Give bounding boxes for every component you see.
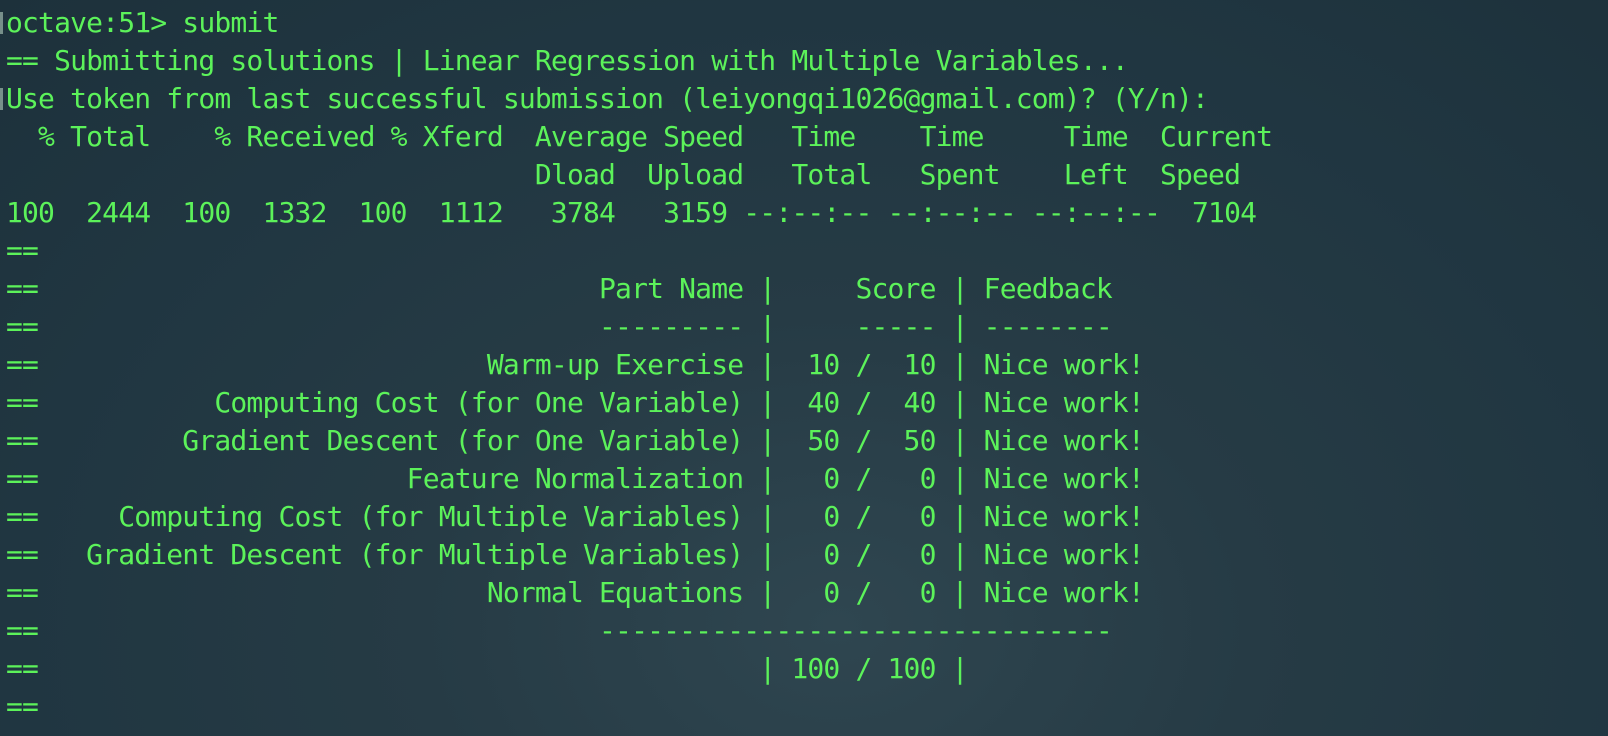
result-total-rule: == --------------------------------	[6, 614, 1113, 647]
result-row: == Gradient Descent (for One Variable) |…	[6, 424, 1145, 457]
token-question-line: Use token from last successful submissio…	[6, 82, 1209, 115]
result-separator-line: ==	[6, 234, 39, 267]
cursor-marker	[0, 12, 3, 34]
curl-subheader-line: Dload Upload Total Spent Left Speed	[6, 158, 1241, 191]
submit-status-line: == Submitting solutions | Linear Regress…	[6, 44, 1129, 77]
result-row: == Computing Cost (for One Variable) | 4…	[6, 386, 1145, 419]
result-row: == Gradient Descent (for Multiple Variab…	[6, 538, 1145, 571]
result-row: == Feature Normalization | 0 / 0 | Nice …	[6, 462, 1145, 495]
result-total-line: == | 100 / 100 |	[6, 652, 968, 685]
prompt-line: octave:51> submit	[6, 6, 279, 39]
curl-progress-line: 100 2444 100 1332 100 1112 3784 3159 --:…	[6, 196, 1257, 229]
result-row: == Warm-up Exercise | 10 / 10 | Nice wor…	[6, 348, 1145, 381]
result-end-line: ==	[6, 690, 39, 723]
terminal-window[interactable]: octave:51> submit == Submitting solution…	[0, 0, 1608, 736]
result-table-header: == Part Name | Score | Feedback	[6, 272, 1113, 305]
result-table-rule: == --------- | ----- | --------	[6, 310, 1113, 343]
result-row: == Computing Cost (for Multiple Variable…	[6, 500, 1145, 533]
cursor-marker	[0, 88, 3, 110]
result-row: == Normal Equations | 0 / 0 | Nice work!	[6, 576, 1145, 609]
curl-header-line: % Total % Received % Xferd Average Speed…	[6, 120, 1273, 153]
